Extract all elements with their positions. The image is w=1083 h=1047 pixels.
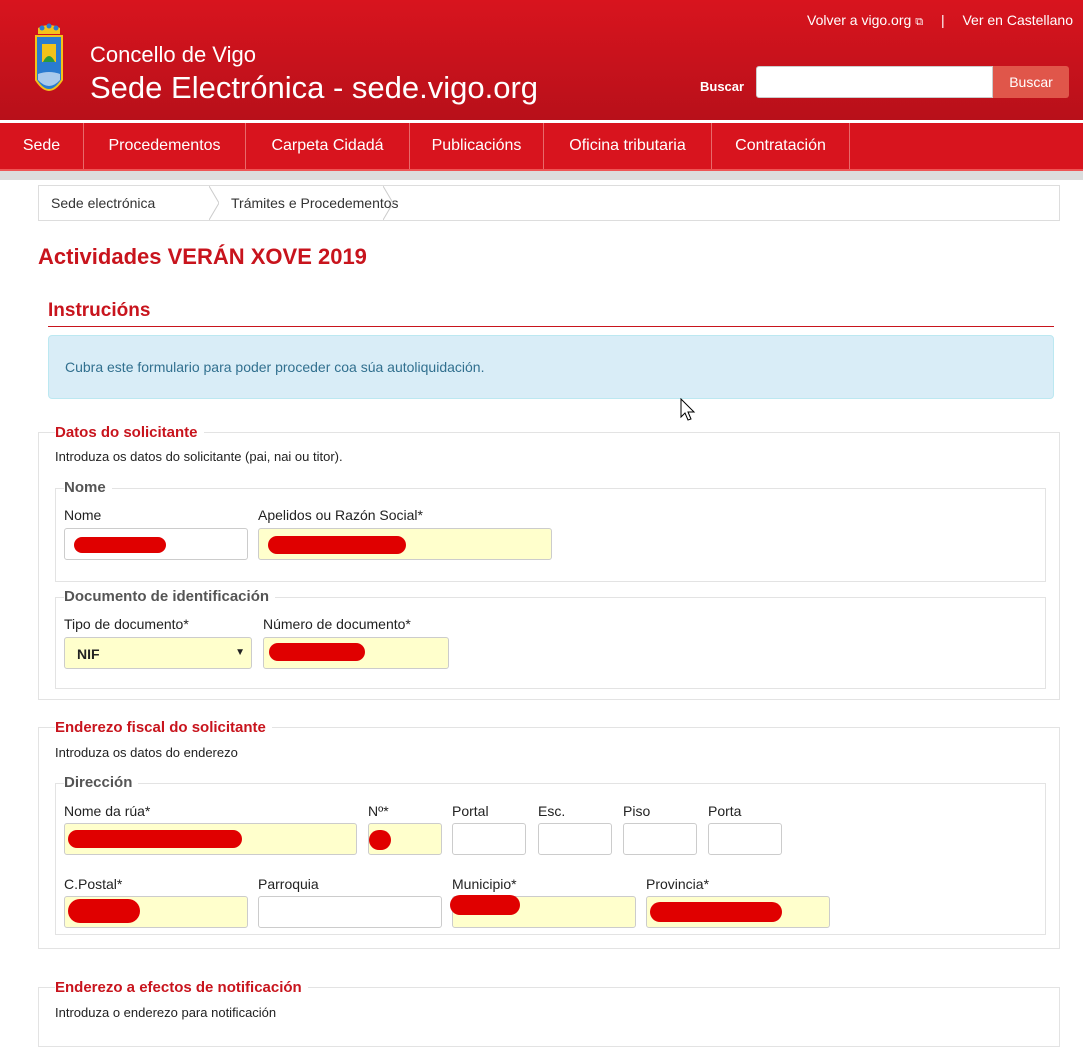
link-separator: |	[940, 12, 945, 28]
nav-item-publicacions[interactable]: Publicacións	[410, 123, 544, 169]
direccion-fieldset: Dirección Nome da rúa* Nº* Portal Esc. P…	[55, 774, 1046, 935]
instructions-title: Instrucións	[48, 300, 151, 321]
municipio-label: Municipio*	[452, 876, 517, 892]
vigo-coat-of-arms-icon	[35, 23, 63, 91]
castellano-link[interactable]: Ver en Castellano	[962, 12, 1073, 28]
parroquia-label: Parroquia	[258, 876, 319, 892]
breadcrumb-chevron-icon	[209, 186, 219, 220]
back-to-vigo-link[interactable]: Volver a vigo.org ⧉	[807, 12, 923, 28]
search-input[interactable]	[756, 66, 993, 98]
numero-documento-label: Número de documento*	[263, 616, 411, 632]
top-links: Volver a vigo.org ⧉ | Ver en Castellano	[807, 12, 1073, 29]
esc-label: Esc.	[538, 803, 566, 819]
redaction-mark	[68, 830, 242, 848]
nav-item-procedementos[interactable]: Procedementos	[84, 123, 246, 169]
tipo-documento-select[interactable]: NIF ▼	[64, 637, 252, 669]
tipo-documento-label: Tipo de documento*	[64, 616, 189, 632]
instructions-divider	[48, 326, 1054, 327]
esc-input[interactable]	[538, 823, 612, 855]
redaction-mark	[269, 643, 365, 661]
nome-legend: Nome	[64, 479, 112, 496]
dropdown-arrow-icon: ▼	[235, 647, 245, 658]
redaction-mark	[268, 536, 406, 554]
porta-label: Porta	[708, 803, 742, 819]
tipo-documento-value: NIF	[77, 646, 100, 662]
apelidos-label: Apelidos ou Razón Social*	[258, 507, 423, 523]
parroquia-input[interactable]	[258, 896, 442, 928]
rua-label: Nome da rúa*	[64, 803, 151, 819]
nome-fieldset: Nome Nome Apelidos ou Razón Social*	[55, 479, 1046, 582]
org-name: Concello de Vigo	[90, 42, 256, 67]
solicitante-help: Introduza os datos do solicitante (pai, …	[55, 449, 343, 464]
nome-label: Nome	[64, 507, 102, 523]
numero-label: Nº*	[368, 803, 389, 819]
nav-item-oficina-tributaria[interactable]: Oficina tributaria	[544, 123, 712, 169]
provincia-label: Provincia*	[646, 876, 710, 892]
redaction-mark	[369, 830, 391, 850]
enderezo-notificacion-legend: Enderezo a efectos de notificación	[55, 979, 308, 996]
external-link-icon: ⧉	[915, 16, 924, 28]
redaction-mark	[450, 895, 520, 915]
redaction-mark	[68, 899, 140, 923]
enderezo-fiscal-legend: Enderezo fiscal do solicitante	[55, 719, 272, 736]
direccion-legend: Dirección	[64, 774, 139, 791]
site-title: Sede Electrónica - sede.vigo.org	[90, 70, 539, 105]
portal-label: Portal	[452, 803, 489, 819]
piso-label: Piso	[623, 803, 651, 819]
enderezo-fiscal-fieldset: Enderezo fiscal do solicitante Introduza…	[38, 719, 1060, 949]
portal-input[interactable]	[452, 823, 526, 855]
search-button[interactable]: Buscar	[993, 66, 1069, 98]
breadcrumb-item-tramites[interactable]: Trámites e Procedementos	[231, 186, 399, 220]
nav-item-sede[interactable]: Sede	[0, 123, 84, 169]
solicitante-fieldset: Datos do solicitante Introduza os datos …	[38, 424, 1060, 700]
mouse-cursor-icon	[680, 398, 696, 421]
breadcrumb: Sede electrónica Trámites e Procedemento…	[38, 185, 1060, 221]
piso-input[interactable]	[623, 823, 697, 855]
enderezo-fiscal-help: Introduza os datos do enderezo	[55, 745, 238, 760]
solicitante-legend: Datos do solicitante	[55, 424, 204, 441]
enderezo-notificacion-fieldset: Enderezo a efectos de notificación Intro…	[38, 979, 1060, 1047]
redaction-mark	[74, 537, 166, 553]
breadcrumb-chevron-icon	[383, 186, 393, 220]
page-title: Actividades VERÁN XOVE 2019	[38, 244, 367, 269]
porta-input[interactable]	[708, 823, 782, 855]
breadcrumb-item-sede[interactable]: Sede electrónica	[51, 186, 155, 220]
nav-item-carpeta-cidada[interactable]: Carpeta Cidadá	[246, 123, 410, 169]
search-label: Buscar	[700, 79, 745, 94]
redaction-mark	[650, 902, 782, 922]
main-nav: Sede Procedementos Carpeta Cidadá Public…	[0, 123, 1083, 171]
cpostal-label: C.Postal*	[64, 876, 123, 892]
documento-legend: Documento de identificación	[64, 588, 276, 605]
nav-item-contratacion[interactable]: Contratación	[712, 123, 850, 169]
enderezo-notificacion-help: Introduza o enderezo para notificación	[55, 1005, 277, 1020]
documento-fieldset: Documento de identificación Tipo de docu…	[55, 588, 1046, 689]
instructions-alert: Cubra este formulario para poder procede…	[48, 335, 1054, 399]
site-header: Volver a vigo.org ⧉ | Ver en Castellano …	[0, 0, 1083, 120]
nav-underline	[0, 171, 1083, 180]
